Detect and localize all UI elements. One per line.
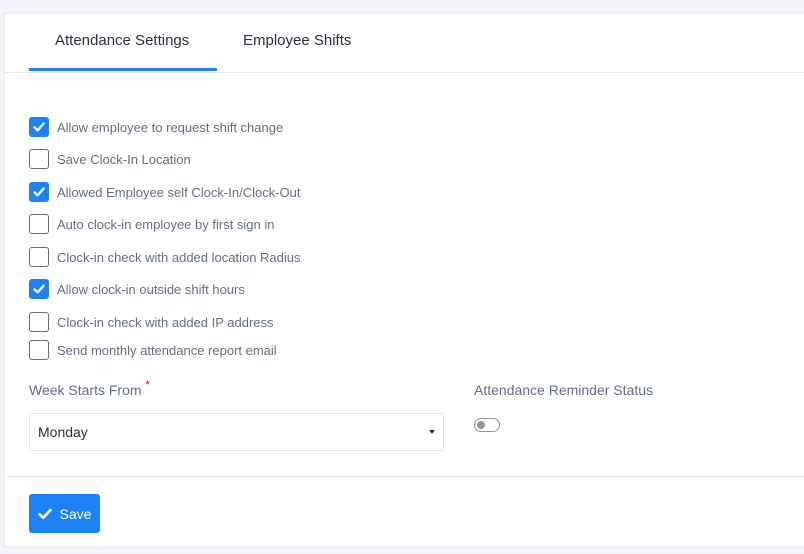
week-starts-label: Week Starts From * (29, 379, 150, 398)
week-starts-label-text: Week Starts From (29, 382, 142, 398)
setting-save-clock-in-location[interactable]: Save Clock-In Location (29, 149, 191, 169)
setting-auto-clock-in[interactable]: Auto clock-in employee by first sign in (29, 214, 274, 234)
toggle-knob (477, 421, 485, 429)
setting-monthly-report-email[interactable]: Send monthly attendance report email (29, 340, 277, 360)
save-label: Save (59, 505, 92, 522)
checkbox[interactable] (29, 117, 49, 137)
setting-label: Clock-in check with added location Radiu… (57, 249, 301, 265)
setting-label: Allow employee to request shift change (57, 119, 284, 135)
setting-label: Allowed Employee self Clock-In/Clock-Out (57, 184, 301, 200)
checkbox[interactable] (29, 214, 49, 234)
checkbox[interactable] (29, 279, 49, 299)
tab-employee-shifts[interactable]: Employee Shifts (243, 14, 351, 70)
check-icon (37, 508, 52, 520)
check-icon (33, 187, 45, 197)
reminder-status-label: Attendance Reminder Status (474, 382, 653, 398)
check-icon (33, 122, 45, 132)
setting-label: Auto clock-in employee by first sign in (57, 216, 275, 232)
save-button[interactable]: Save (29, 494, 100, 533)
setting-ip-address-check[interactable]: Clock-in check with added IP address (29, 312, 274, 332)
week-starts-value: Monday (38, 424, 88, 440)
setting-label: Allow clock-in outside shift hours (57, 281, 245, 297)
form-footer: Save (5, 476, 804, 549)
tab-attendance-settings[interactable]: Attendance Settings (55, 14, 189, 70)
checkbox[interactable] (29, 312, 49, 332)
setting-label: Save Clock-In Location (57, 151, 191, 167)
checkbox[interactable] (29, 340, 49, 360)
checkbox[interactable] (29, 182, 49, 202)
reminder-status-toggle[interactable] (474, 418, 500, 432)
checkbox[interactable] (29, 149, 49, 169)
required-mark: * (145, 379, 150, 391)
setting-outside-shift-hours[interactable]: Allow clock-in outside shift hours (29, 279, 245, 299)
caret-down-icon (429, 430, 435, 434)
setting-label: Send monthly attendance report email (57, 342, 277, 358)
active-tab-indicator (29, 68, 217, 71)
setting-self-clock-in-out[interactable]: Allowed Employee self Clock-In/Clock-Out (29, 182, 300, 202)
week-starts-select[interactable]: Monday (29, 413, 444, 451)
setting-location-radius-check[interactable]: Clock-in check with added location Radiu… (29, 247, 301, 267)
check-icon (33, 284, 45, 294)
settings-card: Attendance Settings Employee Shifts Allo… (4, 13, 804, 547)
setting-label: Clock-in check with added IP address (57, 314, 274, 330)
tab-bar: Attendance Settings Employee Shifts (5, 14, 804, 73)
checkbox[interactable] (29, 247, 49, 267)
setting-request-shift-change[interactable]: Allow employee to request shift change (29, 117, 283, 137)
